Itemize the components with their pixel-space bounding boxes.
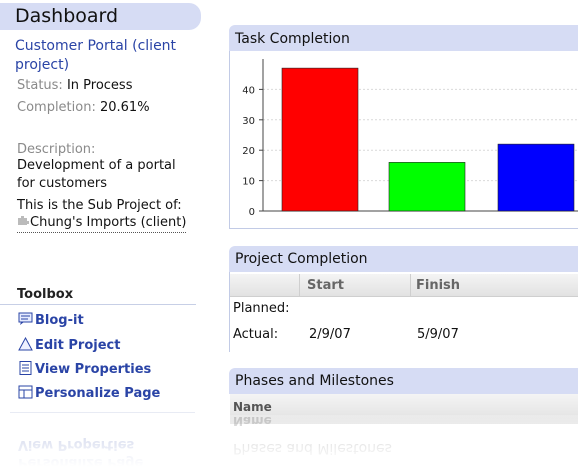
- parent-project-label: Chung's Imports (client): [30, 215, 187, 230]
- project-completion-table-header: [230, 274, 578, 297]
- y-tick-label: 20: [242, 146, 255, 157]
- phases-title: Phases and Milestones: [235, 373, 394, 389]
- bar: [281, 67, 359, 212]
- actual-label: Actual:: [233, 327, 279, 342]
- completion-row: Completion: 20.61%: [17, 100, 150, 116]
- column-header-name: Name: [233, 400, 272, 414]
- y-tick-label: 0: [249, 207, 255, 218]
- bar: [497, 143, 575, 212]
- triangle-edit-icon: [18, 336, 33, 351]
- y-tick-label: 30: [242, 116, 255, 127]
- status-label: Status:: [17, 78, 63, 93]
- personalize-page-link[interactable]: Personalize Page: [18, 385, 160, 403]
- bar: [388, 162, 466, 212]
- task-completion-chart-panel: 0 10 20 30 40: [229, 51, 578, 229]
- parent-project-link[interactable]: Chung's Imports (client): [17, 215, 187, 233]
- completion-value: 20.61%: [99, 100, 150, 115]
- phases-fade: [229, 415, 578, 473]
- status-value: In Process: [66, 78, 133, 93]
- task-completion-chart: 0 10 20 30 40: [242, 59, 578, 218]
- column-header-start: Start: [307, 278, 344, 293]
- personalize-page-label: Personalize Page: [35, 386, 161, 401]
- column-separator: [410, 274, 411, 296]
- page-title: Dashboard: [15, 5, 119, 27]
- view-properties-link[interactable]: View Properties: [18, 361, 151, 379]
- actual-finish: 5/9/07: [417, 327, 459, 342]
- edit-project-link[interactable]: Edit Project: [18, 336, 121, 355]
- task-completion-title: Task Completion: [235, 31, 350, 47]
- project-name-link[interactable]: Customer Portal (client project): [15, 37, 195, 75]
- edit-project-label: Edit Project: [35, 338, 121, 353]
- puzzle-icon: [17, 215, 30, 225]
- toolbox-title: Toolbox: [17, 287, 74, 302]
- column-separator: [299, 274, 300, 296]
- blog-it-label: Blog-it: [35, 313, 84, 328]
- planned-label: Planned:: [233, 301, 290, 316]
- blog-it-link[interactable]: Blog-it: [18, 312, 84, 330]
- status-row: Status: In Process: [17, 78, 132, 94]
- blog-icon: [18, 312, 33, 326]
- y-tick-label: 10: [242, 177, 255, 188]
- completion-label: Completion:: [17, 100, 96, 115]
- project-completion-title: Project Completion: [235, 251, 368, 267]
- description-text: Development of a portal for customers: [17, 158, 176, 191]
- sub-project-text: This is the Sub Project of:: [17, 198, 182, 213]
- document-icon: [18, 361, 33, 375]
- column-header-finish: Finish: [416, 278, 461, 293]
- y-tick-label: 40: [242, 85, 255, 96]
- actual-start: 2/9/07: [309, 327, 351, 342]
- reflection-fade: [0, 410, 200, 473]
- description-label: Description:: [17, 142, 96, 157]
- layout-icon: [18, 385, 33, 399]
- view-properties-label: View Properties: [35, 362, 152, 377]
